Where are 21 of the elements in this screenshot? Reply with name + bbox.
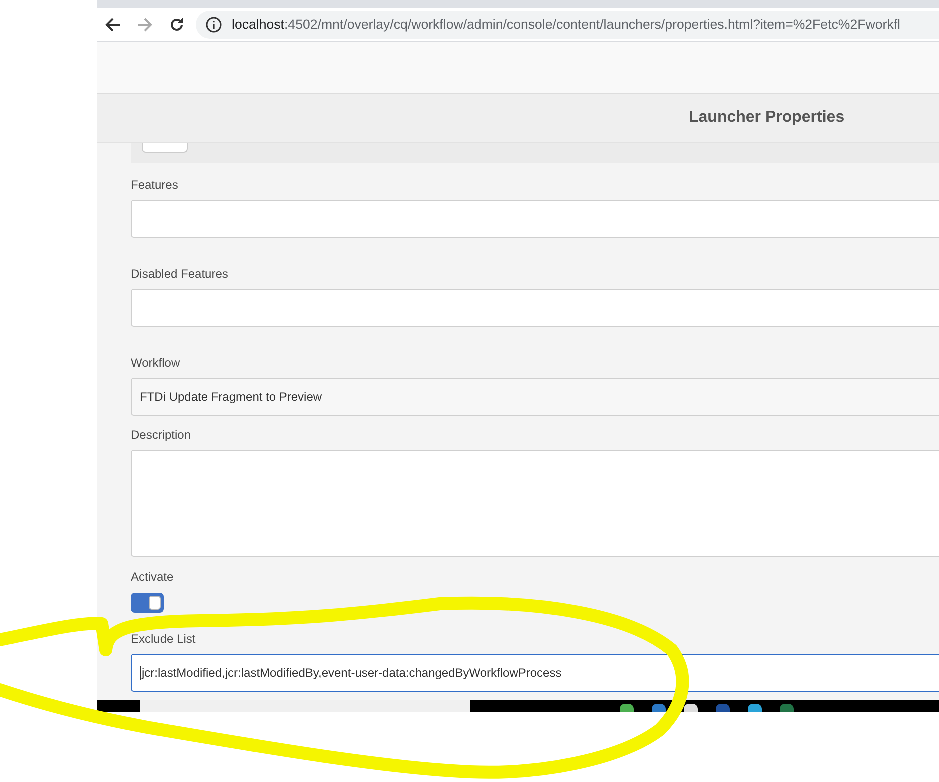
taskbar-app-icon[interactable] [620,704,634,712]
text-field[interactable]: jcr:lastModified,jcr:lastModifiedBy,event-user-data:changedByWorkflowProcess [131,654,939,692]
address-bar[interactable]: localhost:4502/mnt/overlay/cq/workflow/admin/console/content/launchers/properties.html?item=%2Fetc%2Fworkfl [196,10,939,38]
workflow-select[interactable]: FTDi Update Fragment to Preview [131,378,939,416]
page-title: Launcher Properties [689,108,845,128]
info-icon [206,16,222,32]
reload-icon[interactable] [169,16,185,32]
field-label: Activate [131,569,174,585]
field-label: Workflow [131,355,180,371]
forward-arrow-icon[interactable] [137,16,153,32]
taskbar-app-icon[interactable] [748,704,762,712]
field-label: Features [131,177,178,193]
field-label: Disabled Features [131,266,228,282]
taskbar-app-icon[interactable] [684,704,698,712]
field-label: Description [131,427,192,443]
text-field[interactable] [131,289,939,327]
url-text: localhost:4502/mnt/overlay/cq/workflow/admin/console/content/launchers/properties.html?item=%2Fetc%2Fworkfl [232,16,900,34]
text-field[interactable] [131,200,939,238]
toggle-switch[interactable] [131,593,164,613]
back-arrow-icon[interactable] [105,16,121,32]
field-label: Exclude List [131,631,196,647]
